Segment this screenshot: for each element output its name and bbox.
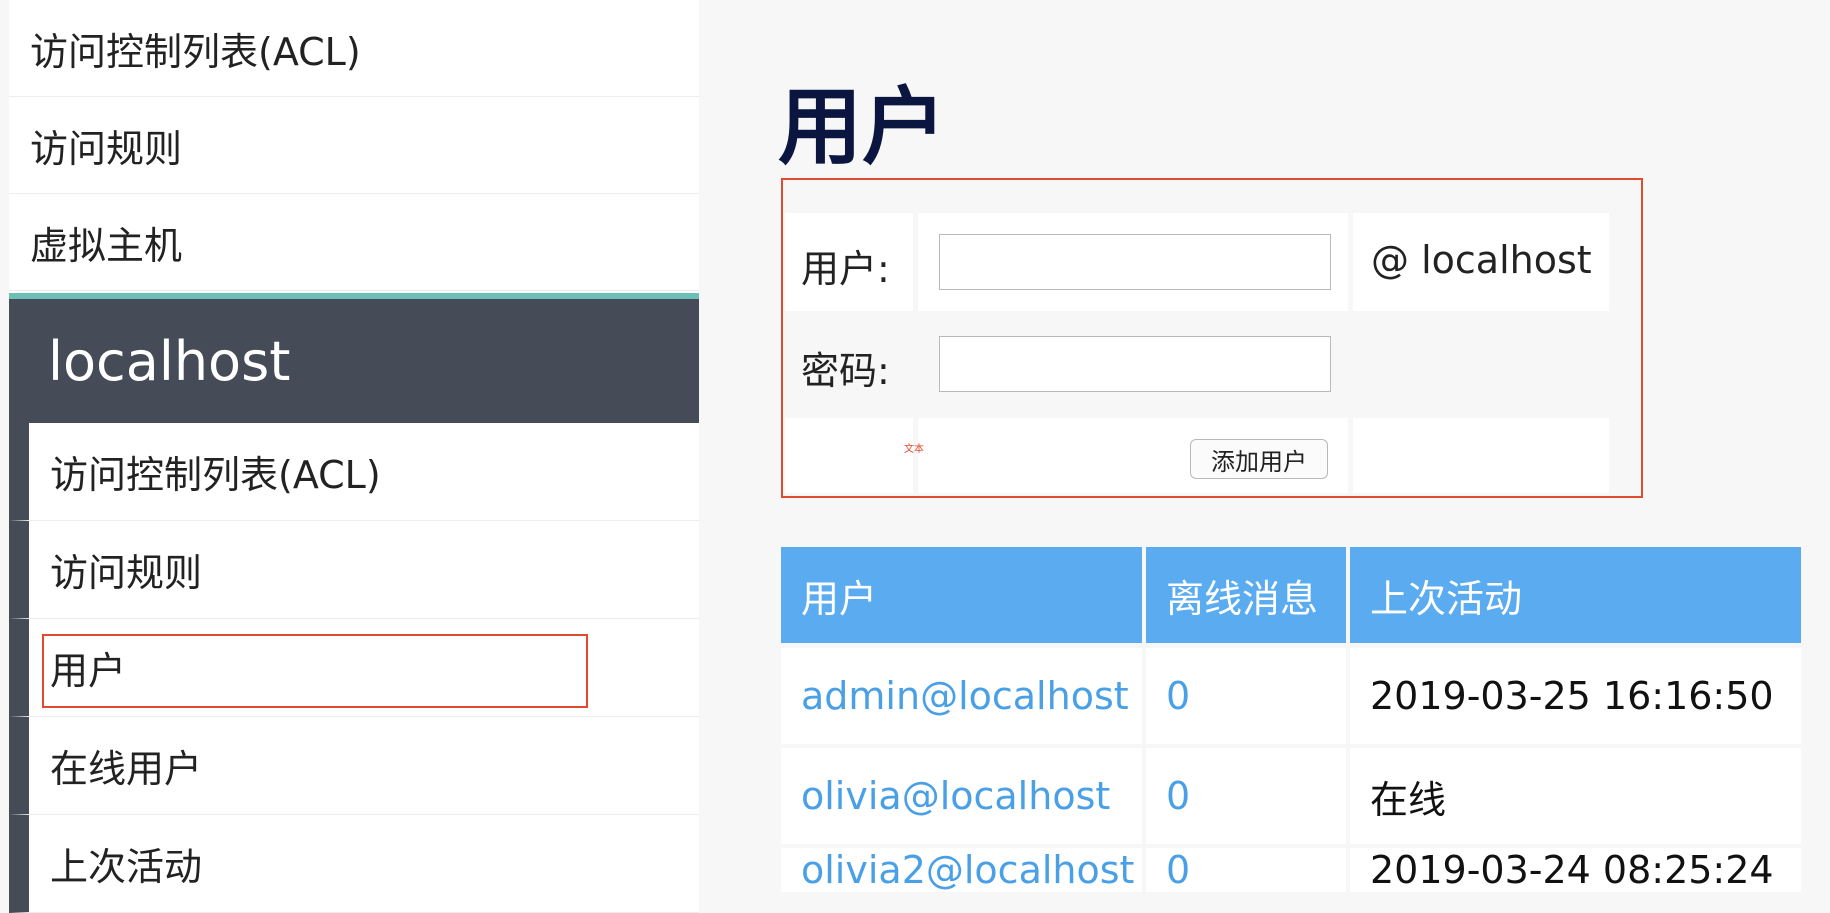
sidebar-item-label: 用户 [50, 649, 127, 693]
sidebar-item-label: 上次活动 [50, 845, 203, 889]
sidebar-subitem-access-rules[interactable]: 访问规则 [9, 521, 699, 619]
table-cell-offline-link[interactable]: 0 [1146, 748, 1346, 844]
host-suffix: @ localhost [1371, 238, 1592, 282]
password-label: 密码: [801, 349, 890, 393]
sidebar-item-acl[interactable]: 访问控制列表(ACL) [9, 0, 699, 97]
page-title: 用户 [778, 78, 947, 176]
table-cell-user-link[interactable]: admin@localhost [781, 648, 1142, 744]
form-cell [1353, 418, 1609, 493]
table-cell-last-activity: 2019-03-24 08:25:24 [1350, 848, 1801, 892]
annotation-note: 文本 [904, 444, 924, 455]
table-cell-last-activity: 2019-03-25 16:16:50 [1350, 648, 1801, 744]
sidebar-item-label: 访问控制列表(ACL) [30, 29, 361, 74]
table-cell-offline-link[interactable]: 0 [1146, 648, 1346, 744]
sidebar-item-label: 访问规则 [30, 126, 183, 171]
table-cell-offline-link[interactable]: 0 [1146, 848, 1346, 892]
sidebar-subitem-last-activity[interactable]: 上次活动 [9, 815, 699, 913]
sidebar-item-label: 访问控制列表(ACL) [50, 453, 381, 497]
user-label: 用户: [801, 247, 890, 291]
sidebar-subitem-users[interactable]: 用户 [9, 619, 699, 717]
table-cell-user-link[interactable]: olivia@localhost [781, 748, 1142, 844]
form-cell [785, 418, 913, 493]
table-header-offline: 离线消息 [1146, 547, 1346, 643]
sidebar-item-label: 在线用户 [50, 747, 203, 791]
password-input[interactable] [939, 336, 1331, 392]
table-header-last-activity: 上次活动 [1350, 547, 1801, 643]
sidebar: 访问控制列表(ACL) 访问规则 虚拟主机 localhost 访问控制列表(A… [9, 0, 699, 913]
sidebar-subitem-online-users[interactable]: 在线用户 [9, 717, 699, 815]
add-user-button[interactable]: 添加用户 [1190, 439, 1328, 479]
host-name: localhost [48, 329, 291, 393]
sidebar-subitem-acl[interactable]: 访问控制列表(ACL) [9, 423, 699, 521]
sidebar-item-label: 虚拟主机 [30, 223, 183, 268]
sidebar-item-virtual-hosts[interactable]: 虚拟主机 [9, 194, 699, 291]
table-cell-last-activity: 在线 [1350, 748, 1801, 844]
sidebar-item-access-rules[interactable]: 访问规则 [9, 97, 699, 194]
table-header-user: 用户 [781, 547, 1142, 643]
host-header[interactable]: localhost [9, 293, 699, 423]
sidebar-item-label: 访问规则 [50, 551, 203, 595]
table-cell-user-link[interactable]: olivia2@localhost [781, 848, 1142, 892]
user-input[interactable] [939, 234, 1331, 290]
